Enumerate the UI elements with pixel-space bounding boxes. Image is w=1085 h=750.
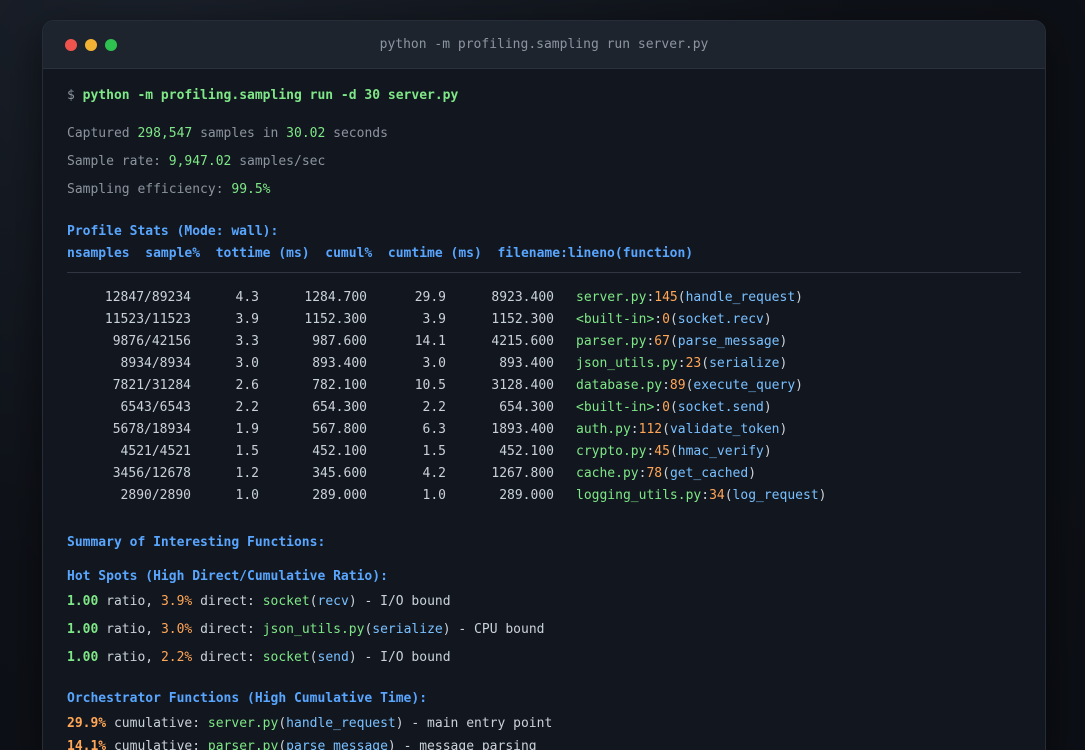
maximize-button-icon[interactable] xyxy=(105,38,117,51)
orchestrator-line: 14.1% cumulative: parser.py(parse_messag… xyxy=(67,739,537,750)
hot-spots-list: 1.00 ratio, 3.9% direct: socket(recv) - … xyxy=(67,594,1021,666)
hot-spot-line: 1.00 ratio, 2.2% direct: socket(send) - … xyxy=(67,650,451,665)
hot-spot-line: 1.00 ratio, 3.9% direct: socket(recv) - … xyxy=(67,594,451,609)
window-controls xyxy=(65,21,117,68)
function-location: cache.py:78(get_cached) xyxy=(576,466,757,481)
titlebar: python -m profiling.sampling run server.… xyxy=(43,21,1045,69)
function-location: parser.py:67(parse_message) xyxy=(576,334,788,349)
profile-stats-title: Profile Stats (Mode: wall): xyxy=(67,224,279,239)
table-divider xyxy=(67,272,1021,273)
function-location: server.py:145(handle_request) xyxy=(576,290,803,305)
sample-rate-line: Sample rate: 9,947.02 samples/sec xyxy=(67,154,326,169)
table-row: 3456/12678 1.2 345.600 4.2 1267.800 cache.py:… xyxy=(112,466,757,481)
function-location: auth.py:112(validate_token) xyxy=(576,422,788,437)
function-location: database.py:89(execute_query) xyxy=(576,378,803,393)
table-row: 7821/31284 2.6 782.100 10.5 3128.400 database… xyxy=(112,378,803,393)
table-row: 11523/11523 3.9 1152.300 3.9 1152.300 <built-… xyxy=(104,312,772,327)
table-row: 9876/42156 3.3 987.600 14.1 4215.600 parser.p… xyxy=(112,334,788,349)
sampling-efficiency-line: Sampling efficiency: 99.5% xyxy=(67,182,271,197)
table-columns-header: nsamples sample% tottime (ms) cumul% cum… xyxy=(67,246,694,261)
summary-title: Summary of Interesting Functions: xyxy=(67,535,326,550)
orchestrator-line: 29.9% cumulative: server.py(handle_reque… xyxy=(67,716,553,731)
table-row: 12847/89234 4.3 1284.700 29.9 8923.400 server… xyxy=(104,290,803,305)
command-line: $ python -m profiling.sampling run -d 30… xyxy=(67,88,459,103)
function-location: <built-in>:0(socket.recv) xyxy=(576,312,772,327)
table-row: 4521/4521 1.5 452.100 1.5 452.100 crypto.py:4… xyxy=(120,444,772,459)
table-row: 5678/18934 1.9 567.800 6.3 1893.400 auth.py:1… xyxy=(112,422,788,437)
window-title: python -m profiling.sampling run server.… xyxy=(379,37,709,52)
hot-spots-title: Hot Spots (High Direct/Cumulative Ratio)… xyxy=(67,569,388,584)
stats-table: 12847/89234 4.3 1284.700 29.9 8923.400 server… xyxy=(67,287,1021,507)
hot-spot-line: 1.00 ratio, 3.0% direct: json_utils.py(s… xyxy=(67,622,545,637)
orchestrators-title: Orchestrator Functions (High Cumulative … xyxy=(67,691,428,706)
terminal-content[interactable]: $ python -m profiling.sampling run -d 30… xyxy=(43,69,1045,750)
function-location: json_utils.py:23(serialize) xyxy=(576,356,788,371)
close-button-icon[interactable] xyxy=(65,38,77,51)
function-location: crypto.py:45(hmac_verify) xyxy=(576,444,772,459)
orchestrators-list: 29.9% cumulative: server.py(handle_reque… xyxy=(67,716,1021,750)
table-row: 8934/8934 3.0 893.400 3.0 893.400 json_utils.… xyxy=(120,356,788,371)
table-row: 2890/2890 1.0 289.000 1.0 289.000 logging_uti… xyxy=(120,488,827,503)
function-location: <built-in>:0(socket.send) xyxy=(576,400,772,415)
table-row: 6543/6543 2.2 654.300 2.2 654.300 <built-in>:… xyxy=(120,400,772,415)
captured-samples-line: Captured 298,547 samples in 30.02 second… xyxy=(67,126,388,141)
function-location: logging_utils.py:34(log_request) xyxy=(576,488,827,503)
minimize-button-icon[interactable] xyxy=(85,38,97,51)
terminal-window: python -m profiling.sampling run server.… xyxy=(42,20,1046,750)
